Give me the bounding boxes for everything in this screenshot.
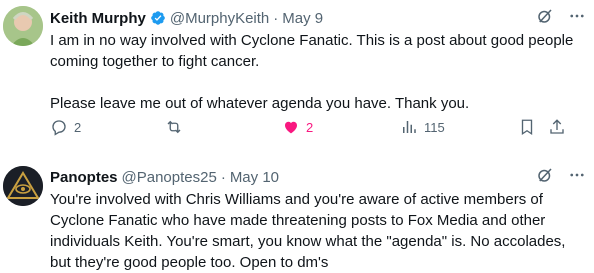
tweet-actions: 2 2 115 [50,118,586,148]
tweet-header: Keith Murphy @MurphyKeith · May 9 [50,7,586,29]
tweet-text: I am in no way involved with Cyclone Fan… [50,30,585,114]
author-handle[interactable]: @Panoptes25 [122,169,217,186]
reply-icon [52,120,66,136]
separator-dot: · [220,168,226,186]
more-options-icon[interactable] [568,7,586,29]
tweet-text: You're involved with Chris Williams and … [50,189,585,273]
tweet-keith-murphy[interactable]: Keith Murphy @MurphyKeith · May 9 I am i [0,0,594,155]
tweet-date[interactable]: May 10 [230,169,279,186]
grok-icon[interactable] [536,166,554,188]
avatar[interactable] [3,6,43,46]
bookmark-icon [521,119,533,136]
verified-badge-icon [150,10,166,26]
retweet-icon [167,120,181,134]
tweet-panoptes[interactable]: Panoptes @Panoptes25 · May 10 You're inv… [0,155,594,271]
more-options-icon[interactable] [568,166,586,188]
bookmark-button[interactable] [518,118,536,136]
reply-button[interactable]: 2 [50,118,81,136]
share-button[interactable] [548,118,566,136]
separator-dot: · [273,9,279,27]
tweet-date[interactable]: May 9 [282,10,323,27]
views-button[interactable]: 115 [400,118,445,136]
retweet-button[interactable] [165,118,183,136]
reply-count: 2 [74,119,82,135]
author-name[interactable]: Keith Murphy [50,10,146,27]
tweet-paragraph: I am in no way involved with Cyclone Fan… [50,32,574,70]
heart-filled-icon [285,121,297,134]
author-name[interactable]: Panoptes [50,169,118,186]
tweet-header: Panoptes @Panoptes25 · May 10 [50,166,586,188]
tweet-paragraph: You're involved with Chris Williams and … [50,191,566,271]
author-handle[interactable]: @MurphyKeith [170,10,269,27]
tweet-paragraph: Please leave me out of whatever agenda y… [50,95,470,112]
views-chart-icon [403,121,416,133]
share-icon [550,119,564,134]
avatar[interactable] [3,166,43,206]
like-count: 2 [306,119,314,135]
like-button[interactable]: 2 [282,118,313,136]
grok-icon[interactable] [536,7,554,29]
view-count: 115 [424,119,445,135]
